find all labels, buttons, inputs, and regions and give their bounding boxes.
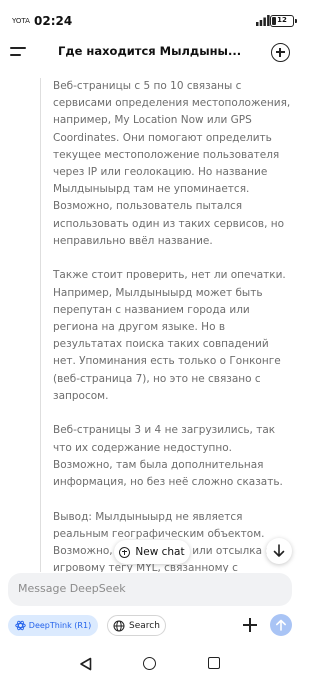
plus-circle-icon [119,546,131,558]
search-toggle[interactable]: Search [107,615,166,636]
triangle-back-icon[interactable] [79,657,92,671]
thinking-divider [40,78,41,572]
arrow-down-icon [273,544,285,557]
system-navigation-bar [0,650,300,680]
hamburger-menu-icon[interactable] [10,44,28,60]
circle-home-icon[interactable] [143,657,156,670]
plus-icon[interactable] [240,615,260,635]
chat-header: Где находится Мылдыны... [0,38,300,68]
new-chat-label: New chat [135,546,185,558]
message-input-placeholder: Message DeepSeek [18,582,126,595]
thinking-paragraph: Также стоит проверить, нет ли опечатки. … [53,269,286,402]
status-bar: YOTA 02:24 12 [0,0,300,36]
deepthink-label: DeepThink (R1) [28,621,92,630]
battery-icon: 12 [270,15,297,27]
status-time: 02:24 [34,14,73,28]
thinking-content: Веб-страницы с 5 по 10 связаны с сервиса… [53,78,293,572]
message-input[interactable]: Message DeepSeek [8,573,292,606]
new-chat-button[interactable]: New chat [114,540,190,564]
search-label: Search [129,620,160,631]
square-recents-icon[interactable] [208,657,220,669]
arrow-up-icon [276,619,286,631]
battery-level: 12 [277,16,287,24]
scroll-down-button[interactable] [266,538,292,564]
thinking-paragraph: Веб-страницы с 5 по 10 связаны с сервиса… [53,80,291,247]
deepthink-atom-icon [15,620,26,631]
carrier-label: YOTA [12,17,30,25]
thinking-paragraph: Веб-страницы 3 и 4 не загрузились, так ч… [53,424,283,489]
globe-icon [113,620,125,631]
send-button[interactable] [270,614,292,636]
signal-icon [256,15,270,26]
chat-title: Где находится Мылдыны... [58,44,242,58]
new-chat-plus-icon[interactable] [271,43,290,62]
deepthink-toggle[interactable]: DeepThink (R1) [8,615,98,636]
